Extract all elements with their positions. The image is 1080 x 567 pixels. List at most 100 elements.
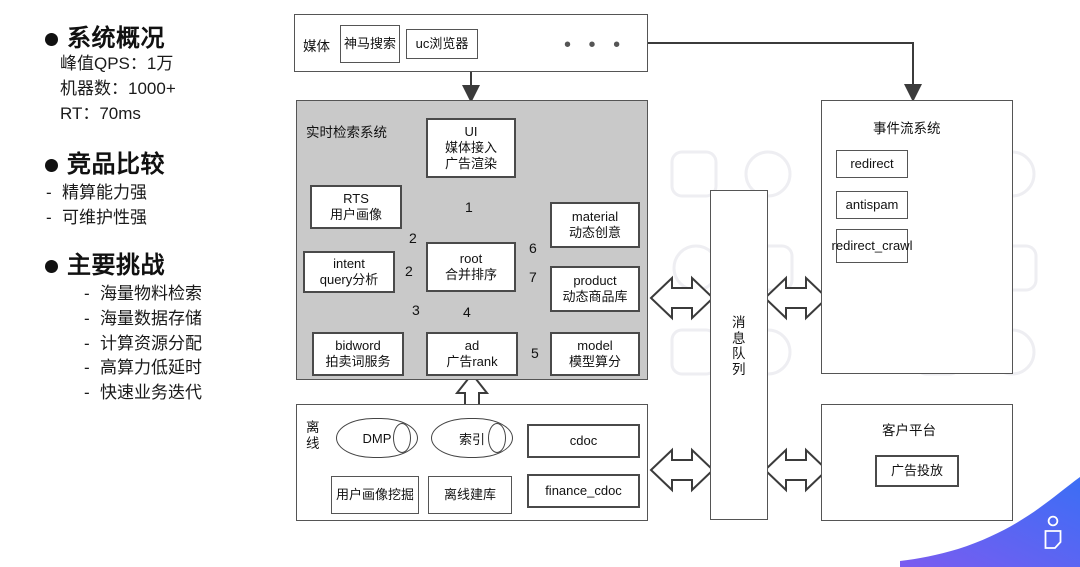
media-item-uc-browser[interactable]: uc浏览器 <box>406 29 478 59</box>
section-title: 系统概况 <box>67 25 165 52</box>
media-bar-label: 媒体 <box>303 39 330 54</box>
node-user-profile-mining[interactable]: 用户画像挖掘 <box>331 476 419 514</box>
node-line-2: 广告rank <box>446 354 498 369</box>
retrieval-system-label: 实时检索系统 <box>306 125 387 140</box>
section-competitor-comparison: 竞品比较 - 精算能力强 - 可维护性强 <box>0 151 290 231</box>
list-item: - 高算力低延时 <box>84 356 290 381</box>
node-label: 离线建库 <box>443 486 496 502</box>
dash-icon: - <box>84 284 90 304</box>
bullet-icon <box>45 259 58 273</box>
edge-number-root-product: 7 <box>528 269 538 285</box>
dash-icon: - <box>84 358 90 378</box>
dash-icon: - <box>84 382 90 402</box>
node-rts[interactable]: RTS 用户画像 <box>310 185 402 229</box>
edge-number-root-rts: 2 <box>408 230 418 246</box>
node-label: antispam <box>845 196 899 212</box>
media-item-label: 神马搜索 <box>343 35 396 51</box>
node-ad[interactable]: ad 广告rank <box>426 332 518 376</box>
bullet-icon <box>45 32 58 46</box>
node-line-2: 动态商品库 <box>562 289 628 304</box>
edge-number-root-intent: 2 <box>404 263 414 279</box>
list-item: - 可维护性强 <box>46 206 290 231</box>
left-summary-panel: 系统概况 峰值QPS：1万 机器数：1000+ RT：70ms 竞品比较 - 精… <box>0 0 290 567</box>
list-item-label: 可维护性强 <box>62 208 147 228</box>
slide-root: 系统概况 峰值QPS：1万 机器数：1000+ RT：70ms 竞品比较 - 精… <box>0 0 1080 567</box>
node-line-1: model <box>577 337 613 353</box>
list-item-label: 精算能力强 <box>62 183 147 203</box>
overview-line-machines: 机器数：1000+ <box>60 79 176 99</box>
node-line-3: 广告渲染 <box>444 156 497 172</box>
node-label: redirect_crawl <box>831 237 913 253</box>
store-index[interactable]: 索引 <box>431 418 513 458</box>
node-line-2: query分析 <box>319 272 379 287</box>
list-item-label: 海量物料检索 <box>100 284 202 304</box>
node-bidword[interactable]: bidword 拍卖词服务 <box>312 332 404 376</box>
overview-line-rt: RT：70ms <box>60 103 141 123</box>
node-line-1: RTS <box>343 190 369 206</box>
node-redirect[interactable]: redirect <box>836 150 908 178</box>
arrow-queue-to-customer <box>763 447 829 493</box>
node-ad-delivery[interactable]: 广告投放 <box>875 455 959 487</box>
offline-label: 离线 <box>306 420 320 451</box>
store-dmp[interactable]: DMP <box>336 418 418 458</box>
node-line-2: 用户画像 <box>329 207 382 222</box>
node-redirect-crawl[interactable]: redirect_crawl <box>832 229 912 263</box>
list-item-label: 计算资源分配 <box>100 333 202 353</box>
node-label: cdoc <box>569 432 598 448</box>
arrow-queue-to-eventstream <box>763 275 829 321</box>
dash-icon: - <box>46 183 52 203</box>
store-label: DMP <box>362 430 392 446</box>
node-label: 广告投放 <box>890 462 943 478</box>
list-item: - 海量物料检索 <box>84 282 290 307</box>
dash-icon: - <box>84 333 90 353</box>
node-offline-index-build[interactable]: 离线建库 <box>428 476 512 514</box>
node-product[interactable]: product 动态商品库 <box>550 266 640 312</box>
dash-icon: - <box>46 208 52 228</box>
node-root[interactable]: root 合并排序 <box>426 242 516 292</box>
media-item-label: uc浏览器 <box>415 35 469 51</box>
arrow-retrieval-to-queue <box>649 275 715 321</box>
challenge-bullet-list: - 海量物料检索 - 海量数据存储 - 计算资源分配 - 高算力低延时 - 快速… <box>0 282 290 405</box>
list-item: - 计算资源分配 <box>84 332 290 357</box>
list-item-label: 高算力低延时 <box>100 358 202 378</box>
node-line-1: material <box>571 208 619 224</box>
store-label: 索引 <box>458 431 485 447</box>
event-stream-label: 事件流系统 <box>873 121 941 136</box>
node-finance-cdoc[interactable]: finance_cdoc <box>527 474 640 508</box>
node-label: 用户画像挖掘 <box>335 486 414 502</box>
arrow-offline-to-queue <box>649 447 715 493</box>
list-item-label: 快速业务迭代 <box>100 382 202 402</box>
overview-line-qps: 峰值QPS：1万 <box>60 54 174 74</box>
section-title: 竞品比较 <box>67 151 165 178</box>
node-line-2: 模型算分 <box>568 354 621 369</box>
node-ui[interactable]: UI 媒体接入 广告渲染 <box>426 118 516 178</box>
section-header: 竞品比较 <box>0 151 290 178</box>
node-intent[interactable]: intent query分析 <box>303 251 395 293</box>
node-material[interactable]: material 动态创意 <box>550 202 640 248</box>
node-line-2: 动态创意 <box>568 225 621 240</box>
node-line-1: root <box>459 250 483 266</box>
media-ellipsis: • • • <box>564 34 627 56</box>
node-label: redirect <box>850 155 894 171</box>
node-line-1: UI <box>464 123 478 139</box>
message-queue-label: 消息队列 <box>732 315 746 377</box>
customer-platform-label: 客户平台 <box>882 423 936 438</box>
node-line-1: bidword <box>335 337 381 353</box>
dash-icon: - <box>84 309 90 329</box>
node-cdoc[interactable]: cdoc <box>527 424 640 458</box>
node-line-1: product <box>573 272 617 288</box>
node-model[interactable]: model 模型算分 <box>550 332 640 376</box>
brand-logo-icon <box>1044 515 1062 549</box>
node-line-2: 拍卖词服务 <box>325 354 391 369</box>
section-header: 系统概况 <box>0 25 290 52</box>
list-item: - 海量数据存储 <box>84 307 290 332</box>
node-line-1: ad <box>464 337 480 353</box>
list-item: - 精算能力强 <box>46 181 290 206</box>
edge-number-root-material: 6 <box>528 240 538 256</box>
edge-number-root-ad: 4 <box>462 304 472 320</box>
media-item-shenma-search[interactable]: 神马搜索 <box>340 25 400 63</box>
section-title: 主要挑战 <box>67 252 165 279</box>
edge-number-ui-root: 1 <box>464 199 474 215</box>
node-antispam[interactable]: antispam <box>836 191 908 219</box>
node-line-1: intent <box>333 255 365 271</box>
